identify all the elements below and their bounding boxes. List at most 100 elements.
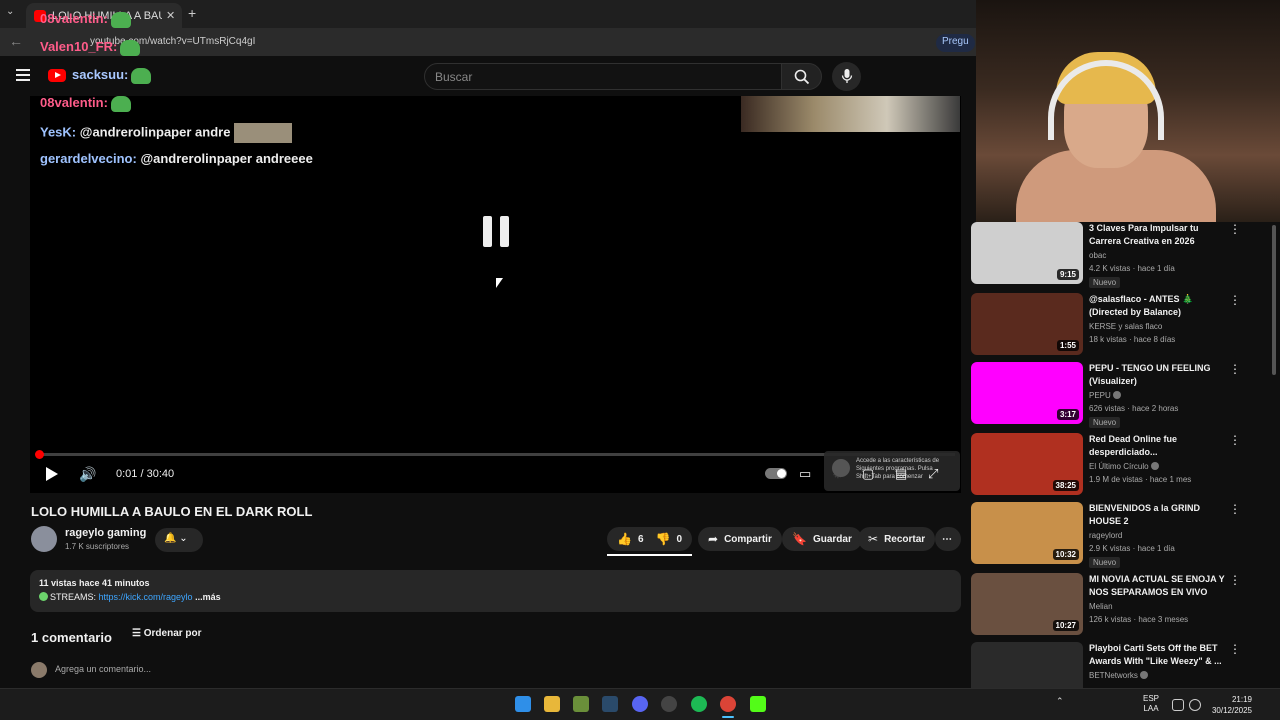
new-badge: Nuevo (1089, 417, 1121, 428)
rec-channel[interactable]: BETNetworks (1089, 671, 1148, 680)
rec-channel[interactable]: Melian (1089, 602, 1113, 611)
language-indicator[interactable]: ESP LAA (1143, 694, 1159, 714)
verified-icon (1150, 462, 1159, 470)
pause-icon[interactable] (483, 216, 509, 247)
thumbnail[interactable] (971, 642, 1083, 688)
rec-title[interactable]: PEPU - TENGO UN FEELING (Visualizer) (1089, 362, 1229, 388)
rec-channel[interactable]: PEPU (1089, 391, 1121, 400)
chat-line: YesK: @andrerolinpaper andre (40, 123, 293, 143)
recommendation-item[interactable]: 10:32 BIENVENIDOS a la GRIND HOUSE 2 rag… (966, 502, 1280, 568)
like-count[interactable]: 6 (638, 534, 644, 545)
chat-user: Valen10_FR: (40, 39, 118, 54)
ask-gemini-button[interactable]: Pregu (936, 34, 975, 52)
sort-comments-button[interactable]: ☰ Ordenar por (132, 628, 202, 639)
rec-channel[interactable]: obac (1089, 251, 1106, 260)
recommendation-item[interactable]: 10:27 MI NOVIA ACTUAL SE ENOJA Y NOS SEP… (966, 573, 1280, 639)
rec-title[interactable]: Red Dead Online fue desperdiciado... (1089, 433, 1229, 459)
autoplay-toggle[interactable] (765, 468, 787, 479)
more-vert-icon[interactable]: ⋮ (1229, 362, 1241, 376)
speaker-icon[interactable] (1189, 699, 1201, 711)
share-button[interactable]: ➦ Compartir (698, 527, 782, 551)
volume-icon[interactable]: 🔊 (79, 466, 96, 483)
progress-bar[interactable] (39, 453, 955, 456)
scrollbar[interactable] (1272, 225, 1276, 375)
rec-channel[interactable]: rageylord (1089, 531, 1122, 540)
thumbs-up-icon[interactable]: 👍 (617, 532, 632, 546)
search-input[interactable]: Buscar (424, 63, 782, 90)
thumbnail[interactable]: 10:27 (971, 573, 1083, 635)
notifications-button[interactable]: 🔔 ⌄ (155, 528, 203, 552)
bookmark-icon: 🔖 (792, 532, 807, 546)
recommendation-item[interactable]: 9:15 3 Claves Para Impulsar tu Carrera C… (966, 222, 1280, 288)
recommendation-item[interactable]: Playboi Carti Sets Off the BET Awards Wi… (966, 642, 1280, 688)
youtube-logo-icon[interactable] (48, 69, 66, 82)
close-tab-icon[interactable]: ✕ (166, 9, 175, 22)
rec-title[interactable]: 3 Claves Para Impulsar tu Carrera Creati… (1089, 222, 1229, 248)
file-explorer-icon[interactable] (544, 696, 560, 712)
minecraft-icon[interactable] (573, 696, 589, 712)
more-vert-icon[interactable]: ⋮ (1229, 433, 1241, 447)
channel-name[interactable]: rageylo gaming (65, 527, 146, 539)
pepe-emote-icon (120, 39, 141, 56)
network-icon[interactable] (1172, 699, 1184, 711)
more-actions-button[interactable]: ⋯ (935, 527, 961, 551)
search-button[interactable] (781, 63, 822, 90)
recommendation-item[interactable]: 38:25 Red Dead Online fue desperdiciado.… (966, 433, 1280, 499)
chevron-up-icon[interactable]: ⌃ (1056, 696, 1064, 706)
lang-layout: LAA (1143, 704, 1159, 713)
more-vert-icon[interactable]: ⋮ (1229, 573, 1241, 587)
time-display: 0:01 / 30:40 (116, 468, 175, 480)
thumbnail[interactable]: 3:17 (971, 362, 1083, 424)
subscriber-count: 1.7 K suscriptores (65, 542, 130, 551)
rec-channel[interactable]: El Último Círculo (1089, 462, 1159, 471)
kick-icon[interactable] (750, 696, 766, 712)
system-clock[interactable]: 21:19 30/12/2025 (1208, 694, 1252, 716)
rec-title[interactable]: BIENVENIDOS a la GRIND HOUSE 2 (1089, 502, 1229, 528)
play-icon[interactable] (46, 467, 58, 481)
rec-title[interactable]: MI NOVIA ACTUAL SE ENOJA Y NOS SEPARAMOS… (1089, 573, 1229, 599)
windows-start-icon[interactable] (515, 696, 531, 712)
menu-icon[interactable] (16, 69, 30, 81)
more-vert-icon[interactable]: ⋮ (1229, 293, 1241, 307)
obs-icon[interactable] (661, 696, 677, 712)
clip-button[interactable]: ✂ Recortar (858, 527, 936, 551)
rec-title[interactable]: @salasflaco - ANTES 🎄 (Directed by Balan… (1089, 293, 1229, 319)
chat-user: gerardelvecino: (40, 151, 137, 166)
spotify-icon[interactable] (691, 696, 707, 712)
recommendation-item[interactable]: 3:17 PEPU - TENGO UN FEELING (Visualizer… (966, 362, 1280, 428)
more-vert-icon[interactable]: ⋮ (1229, 222, 1241, 236)
more-vert-icon[interactable]: ⋮ (1229, 502, 1241, 516)
thumbnail[interactable]: 38:25 (971, 433, 1083, 495)
back-arrow-icon[interactable]: ← (9, 33, 23, 49)
thumbnail[interactable]: 10:32 (971, 502, 1083, 564)
duration-badge: 9:15 (1056, 269, 1079, 280)
comment-input[interactable]: Agrega un comentario... (55, 664, 151, 674)
steam-icon[interactable] (602, 696, 618, 712)
channel-avatar[interactable] (31, 526, 57, 552)
recommendation-item[interactable]: 1:55 @salasflaco - ANTES 🎄 (Directed by … (966, 293, 1280, 359)
description-box[interactable] (30, 570, 961, 612)
show-more-link[interactable]: ...más (193, 592, 221, 602)
rec-title[interactable]: Playboi Carti Sets Off the BET Awards Wi… (1089, 642, 1229, 668)
chrome-icon[interactable] (720, 696, 736, 712)
microphone-icon (841, 69, 853, 83)
kick-link[interactable]: https://kick.com/rageylo (99, 592, 193, 602)
miniplayer-icon[interactable]: ▢ (862, 466, 874, 482)
dislike-count[interactable]: 0 (676, 534, 682, 545)
thumbnail[interactable]: 1:55 (971, 293, 1083, 355)
rec-channel[interactable]: KERSE y salas flaco (1089, 322, 1162, 331)
system-tray[interactable]: ⌃ (1056, 696, 1064, 707)
thumbnail[interactable]: 9:15 (971, 222, 1083, 284)
subtitles-icon[interactable]: ▭ (799, 466, 811, 482)
new-tab-icon[interactable]: + (188, 5, 196, 21)
thumbs-down-icon[interactable]: 👎 (656, 532, 671, 546)
tab-search-icon[interactable]: ⌄ (6, 6, 14, 17)
fullscreen-icon[interactable]: ⤢ (928, 466, 938, 482)
progress-scrubber[interactable] (35, 450, 44, 459)
save-button[interactable]: 🔖 Guardar (782, 527, 862, 551)
discord-icon[interactable] (632, 696, 648, 712)
cast-icon[interactable]: ▤ (895, 466, 907, 482)
voice-search-button[interactable] (832, 62, 861, 91)
more-vert-icon[interactable]: ⋮ (1229, 642, 1241, 656)
scissors-icon: ✂ (868, 532, 879, 546)
